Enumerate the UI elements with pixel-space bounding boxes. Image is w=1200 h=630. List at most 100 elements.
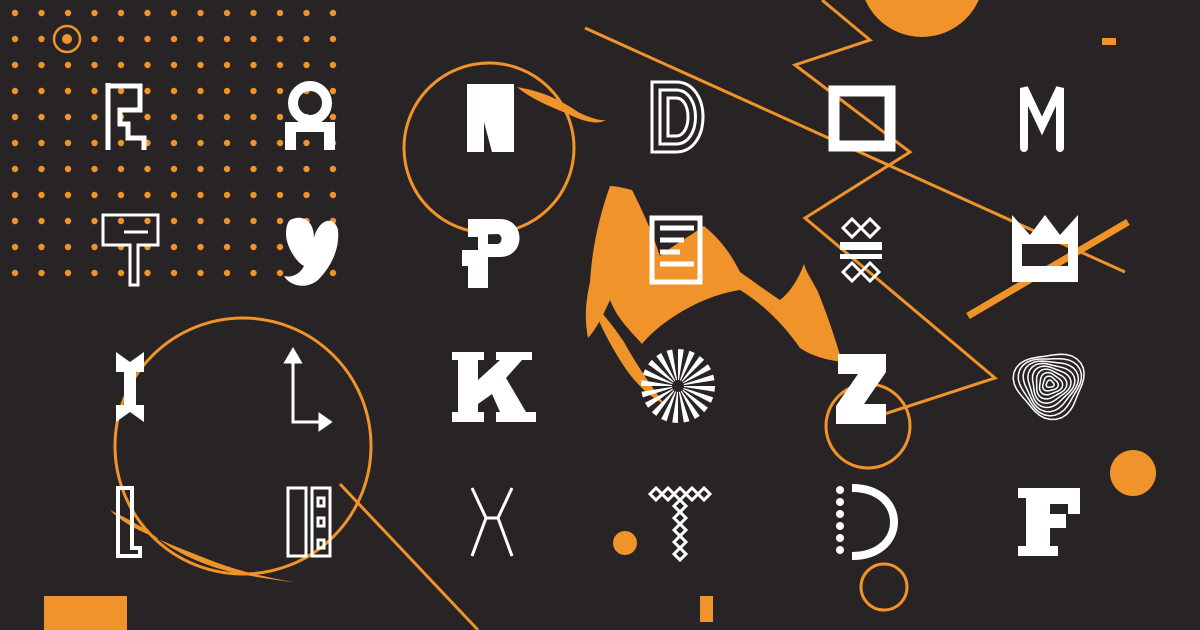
grid-dot — [250, 165, 257, 173]
grid-dot — [223, 217, 231, 225]
grid-dot — [144, 217, 151, 225]
grid-dot — [276, 269, 284, 277]
grid-dot — [91, 9, 98, 17]
grid-dot — [11, 243, 19, 251]
grid-dot — [117, 61, 125, 69]
grid-dot — [276, 217, 284, 225]
grid-dot — [303, 35, 310, 43]
grid-dot — [250, 139, 257, 147]
grid-dot — [91, 35, 98, 43]
grid-dot — [144, 269, 151, 277]
grid-dot — [170, 269, 178, 277]
grid-dot — [250, 35, 257, 43]
grid-dot — [91, 269, 98, 277]
grid-dot — [276, 165, 284, 173]
grid-dot — [197, 243, 204, 251]
dot-right — [1110, 450, 1156, 496]
grid-dot — [38, 191, 45, 199]
grid-dot — [223, 269, 231, 277]
grid-dot — [250, 61, 257, 69]
grid-dot — [11, 139, 19, 147]
grid-dot — [276, 35, 284, 43]
grid-dot — [117, 87, 125, 95]
grid-dot — [117, 9, 125, 17]
grid-dot — [329, 87, 337, 95]
grid-dot — [91, 139, 98, 147]
grid-dot — [144, 61, 151, 69]
grid-dot — [329, 61, 337, 69]
grid-dot — [329, 113, 337, 121]
grid-dot — [276, 243, 284, 251]
grid-dot — [91, 191, 98, 199]
grid-dot — [117, 191, 125, 199]
grid-dot — [197, 9, 204, 17]
grid-dot — [170, 139, 178, 147]
grid-dot — [38, 35, 45, 43]
grid-dot — [329, 269, 337, 277]
grid-dot — [11, 165, 19, 173]
grid-dot — [91, 87, 98, 95]
grid-dot — [64, 113, 72, 121]
grid-dot — [170, 87, 178, 95]
grid-dot — [170, 9, 178, 17]
grid-dot — [38, 113, 45, 121]
grid-dot — [11, 61, 19, 69]
grid-dot — [197, 61, 204, 69]
grid-dot — [276, 113, 284, 121]
small-target-dot — [62, 34, 72, 44]
grid-dot — [223, 165, 231, 173]
grid-dot — [11, 217, 19, 225]
grid-dot — [197, 191, 204, 199]
grid-dot — [144, 113, 151, 121]
grid-dot — [38, 87, 45, 95]
grid-dot — [117, 139, 125, 147]
grid-dot — [38, 139, 45, 147]
grid-dot — [11, 35, 19, 43]
grid-dot — [11, 113, 19, 121]
grid-dot — [170, 243, 178, 251]
grid-dot — [170, 35, 178, 43]
grid-dot — [38, 243, 45, 251]
glyph-flag-n — [467, 84, 514, 152]
grid-dot — [170, 113, 178, 121]
grid-dot — [303, 9, 310, 17]
bar-bottom-center — [700, 596, 713, 622]
grid-dot — [170, 191, 178, 199]
grid-dot — [117, 165, 125, 173]
grid-dot — [170, 61, 178, 69]
grid-dot — [144, 87, 151, 95]
grid-dot — [223, 87, 231, 95]
dash-top-right — [1102, 38, 1116, 45]
grid-dot — [91, 243, 98, 251]
grid-dot — [11, 9, 19, 17]
grid-dot — [250, 113, 257, 121]
grid-dot — [117, 269, 125, 277]
grid-dot — [197, 139, 204, 147]
grid-dot — [223, 113, 231, 121]
grid-dot — [250, 9, 257, 17]
block-bottom-left — [44, 596, 127, 630]
grid-dot — [276, 87, 284, 95]
grid-dot — [250, 243, 257, 251]
grid-dot — [117, 35, 125, 43]
grid-dot — [276, 9, 284, 17]
grid-dot — [64, 87, 72, 95]
grid-dot — [223, 61, 231, 69]
grid-dot — [64, 191, 72, 199]
typography-artwork — [0, 0, 1200, 630]
grid-dot — [38, 61, 45, 69]
grid-dot — [64, 139, 72, 147]
grid-dot — [91, 61, 98, 69]
grid-dot — [38, 269, 45, 277]
grid-dot — [250, 217, 257, 225]
grid-dot — [11, 269, 19, 277]
grid-dot — [197, 269, 204, 277]
grid-dot — [250, 87, 257, 95]
grid-dot — [303, 61, 310, 69]
grid-dot — [329, 9, 337, 17]
grid-dot — [144, 191, 151, 199]
grid-dot — [38, 217, 45, 225]
grid-dot — [197, 87, 204, 95]
grid-dot — [197, 35, 204, 43]
grid-dot — [91, 113, 98, 121]
